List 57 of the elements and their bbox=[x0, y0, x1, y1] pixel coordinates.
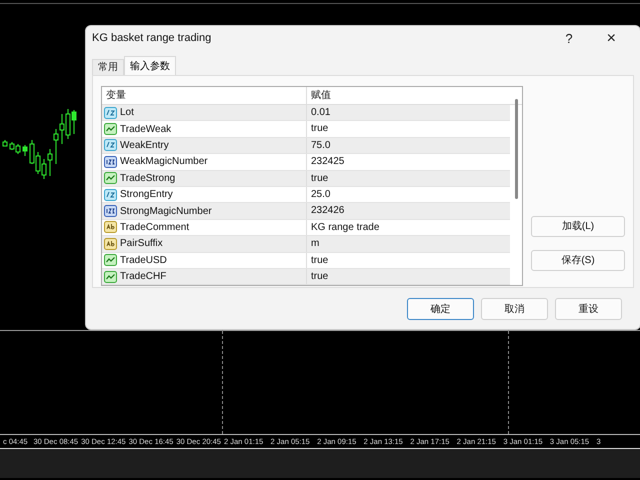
parameter-name: StrongMagicNumber bbox=[120, 204, 212, 219]
scrollbar-thumb[interactable] bbox=[515, 99, 518, 199]
parameter-row[interactable]: TradeStrong true bbox=[102, 170, 510, 187]
close-button[interactable]: × bbox=[606, 26, 616, 50]
dialog-button[interactable]: 取消 bbox=[481, 298, 548, 320]
window-title: KG basket range trading bbox=[92, 31, 212, 46]
parameter-name: StrongEntry bbox=[120, 188, 173, 202]
column-header[interactable]: 变量 bbox=[102, 87, 307, 104]
parameter-row[interactable]: TradeWeak true bbox=[102, 121, 510, 138]
parameter-value: 0.01 bbox=[310, 106, 332, 120]
parameter-row[interactable]: WeakEntry 75.0 bbox=[102, 138, 510, 154]
column-header[interactable]: 赋值 bbox=[307, 87, 510, 104]
side-button[interactable]: 加载(L) bbox=[531, 216, 625, 237]
text-type-icon bbox=[104, 221, 117, 234]
parameter-value: true bbox=[310, 270, 330, 284]
parameter-name: TradeCHF bbox=[120, 270, 166, 284]
parameter-value: true bbox=[310, 122, 330, 136]
decimal-type-icon bbox=[104, 188, 117, 201]
dialog-button[interactable]: 确定 bbox=[407, 298, 474, 320]
parameter-name: TradeStrong bbox=[120, 172, 176, 186]
parameter-value: true bbox=[310, 172, 330, 186]
boolean-type-icon bbox=[104, 172, 117, 184]
integer-type-icon bbox=[104, 205, 117, 218]
parameter-row[interactable]: StrongEntry 25.0 bbox=[102, 186, 510, 204]
integer-type-icon bbox=[104, 156, 117, 168]
parameter-row[interactable]: TradeCHF true bbox=[102, 268, 510, 285]
tab[interactable]: 输入参数 bbox=[124, 56, 176, 75]
tab[interactable]: 常用 bbox=[92, 59, 124, 75]
parameter-name: PairSuffix bbox=[120, 237, 163, 252]
parameter-row[interactable]: StrongMagicNumber 232426 bbox=[102, 203, 510, 220]
text-type-icon bbox=[104, 238, 117, 250]
parameter-row[interactable]: WeakMagicNumber 232425 bbox=[102, 154, 510, 171]
parameter-value: 75.0 bbox=[310, 138, 332, 153]
parameter-row[interactable]: TradeUSD true bbox=[102, 252, 510, 269]
boolean-type-icon bbox=[104, 270, 117, 283]
dialog-button[interactable]: 重设 bbox=[555, 298, 622, 320]
parameter-value: 25.0 bbox=[310, 188, 332, 202]
parameter-row[interactable]: Lot 0.01 bbox=[102, 105, 510, 122]
decimal-type-icon bbox=[104, 106, 117, 119]
side-button[interactable]: 保存(S) bbox=[531, 250, 625, 271]
parameter-name: TradeUSD bbox=[120, 254, 167, 268]
parameter-name: WeakMagicNumber bbox=[120, 155, 208, 170]
help-button[interactable]: ? bbox=[565, 28, 573, 48]
parameter-value: true bbox=[310, 254, 330, 268]
decimal-type-icon bbox=[104, 139, 117, 152]
boolean-type-icon bbox=[104, 254, 117, 266]
parameter-value: 232426 bbox=[310, 204, 346, 218]
parameter-row[interactable]: TradeComment KG range trade bbox=[102, 220, 510, 236]
parameter-name: WeakEntry bbox=[120, 138, 169, 153]
parameter-name: Lot bbox=[120, 106, 134, 120]
parameter-value: KG range trade bbox=[310, 220, 380, 235]
parameter-name: TradeComment bbox=[120, 220, 190, 235]
parameter-value: m bbox=[310, 237, 320, 252]
parameter-row[interactable]: PairSuffix m bbox=[102, 236, 510, 253]
parameter-name: TradeWeak bbox=[120, 122, 172, 137]
parameter-value: 232425 bbox=[310, 155, 346, 170]
boolean-type-icon bbox=[104, 123, 117, 136]
